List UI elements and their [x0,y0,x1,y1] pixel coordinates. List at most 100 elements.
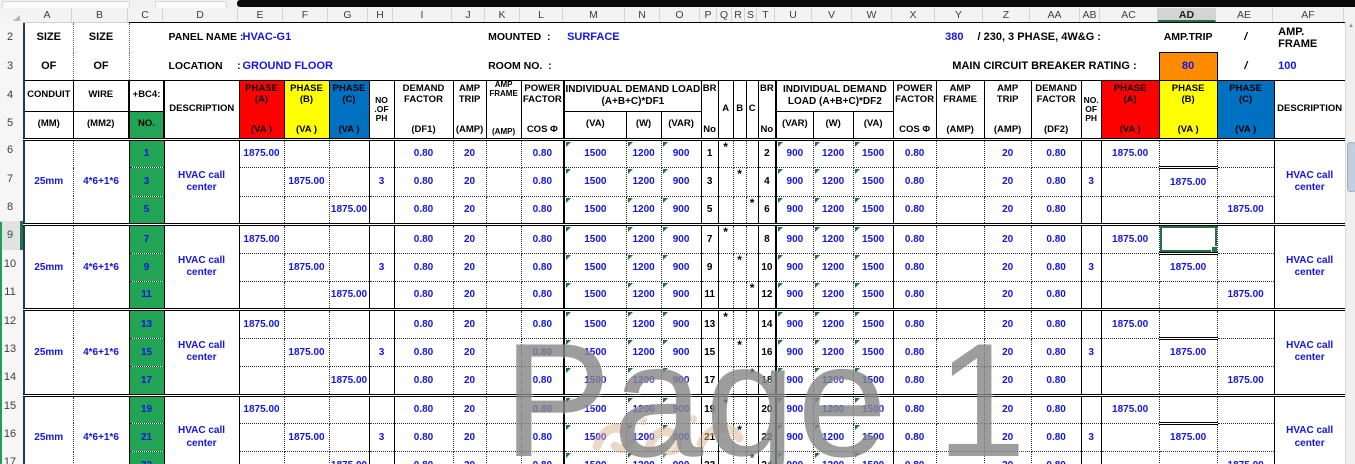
scroll-up-icon[interactable]: ▲ [1346,23,1355,29]
cell-K12[interactable] [486,309,522,339]
cell-X14[interactable]: 0.80 [893,366,937,397]
cell-G6[interactable] [329,139,370,169]
cell-R14[interactable] [733,366,747,397]
cell-R7[interactable]: * [733,167,747,197]
cell-H7[interactable]: 3 [369,167,395,197]
column-header-AA[interactable]: AA [1030,8,1080,22]
mcb-rating-cell[interactable]: 80 [1158,52,1218,81]
row-header-13[interactable]: 13 [0,334,23,364]
row-header-11[interactable]: 11 [0,277,23,307]
cell-U11[interactable]: 900 [776,281,814,312]
cell-M12[interactable]: 1500 [564,309,627,339]
cell-J9[interactable]: 20 [453,224,487,254]
cell-L9[interactable]: 0.80 [521,224,566,254]
cell-AC11[interactable] [1101,281,1160,312]
cell-AE6[interactable] [1217,139,1275,169]
cell-U16[interactable]: 900 [776,423,814,453]
cell-Y7[interactable] [936,167,985,197]
cell-W9[interactable]: 1500 [853,224,894,254]
cell-AA14[interactable]: 0.80 [1031,366,1082,397]
cell-W6[interactable]: 1500 [853,139,894,169]
cell-W17[interactable]: 1500 [853,451,894,464]
cell-I15[interactable]: 0.80 [394,395,454,424]
cell-O15[interactable]: 900 [661,395,702,424]
idl1-header[interactable]: INDIVIDUAL DEMAND LOAD (A+B+C)*DF1 [563,80,702,112]
cell-Z9[interactable]: 20 [984,224,1032,254]
cell-F14[interactable] [284,366,330,397]
cell-R16[interactable]: * [733,423,747,453]
bc4-header[interactable]: +BC4: [128,80,165,112]
cell-B6[interactable]: 4*6+1*6 [73,139,130,227]
cell-AA12[interactable]: 0.80 [1031,309,1082,339]
cell-R17[interactable] [733,451,747,464]
cell-S11[interactable]: * [746,281,759,312]
cell-V6[interactable]: 1200 [813,139,854,169]
cell-AE7[interactable] [1217,167,1275,197]
cell-O10[interactable]: 900 [661,253,702,282]
cell-AD12[interactable] [1159,309,1218,340]
cell-U10[interactable]: 900 [776,253,814,282]
cell-AB6[interactable] [1081,139,1102,169]
cell-AA17[interactable]: 0.80 [1031,451,1082,464]
column-header-M[interactable]: M [563,8,625,22]
cell-T16[interactable]: 22 [758,423,778,453]
cell-L11[interactable]: 0.80 [521,281,566,312]
cell-W14[interactable]: 1500 [853,366,894,397]
cell-AE14[interactable]: 1875.00 [1217,366,1275,397]
cell-E11[interactable] [239,281,285,312]
cell-R11[interactable] [733,281,747,312]
cell-AA16[interactable]: 0.80 [1031,423,1082,453]
cell-A15[interactable]: 25mm [24,395,74,464]
voltage-cell[interactable]: 380 / 230, 3 PHASE, 4W&G : [893,22,1160,53]
cell-V13[interactable]: 1200 [813,338,854,368]
cell-K13[interactable] [486,338,522,368]
cell-L7[interactable]: 0.80 [521,167,566,197]
cell-R6[interactable] [733,139,747,169]
cell-H16[interactable]: 3 [369,423,395,453]
df1-header[interactable]: DEMAND FACTOR (DF1) [393,80,454,141]
cell-H11[interactable] [369,281,395,312]
column-header-T[interactable]: T [757,8,775,22]
cell-K11[interactable] [486,281,522,312]
cell-AB7[interactable]: 3 [1081,167,1102,197]
cell-AA15[interactable]: 0.80 [1031,395,1082,424]
idl1-unit-w[interactable]: (W) [625,110,662,142]
cell-Y8[interactable] [936,196,985,227]
formula-bar-collapsed[interactable] [237,0,1355,7]
cell-B9[interactable]: 4*6+1*6 [73,224,130,312]
cell-U6[interactable]: 900 [776,139,814,169]
cell-S16[interactable] [746,423,759,453]
phase-c-header-left[interactable]: PHASE (C) (VA ) [328,80,370,141]
cell-S17[interactable]: * [746,451,759,464]
cell-Y13[interactable] [936,338,985,368]
cell-AC17[interactable] [1101,451,1160,464]
cell-N13[interactable]: 1200 [626,338,662,368]
cell-V16[interactable]: 1200 [813,423,854,453]
cell-L6[interactable]: 0.80 [521,139,566,169]
cell-AB12[interactable] [1081,309,1102,339]
cell-P2[interactable] [701,22,894,53]
mcb-frame-value[interactable]: 100 [1274,52,1346,81]
cell-G11[interactable]: 1875.00 [329,281,370,312]
cell-AA10[interactable]: 0.80 [1031,253,1082,282]
cell-T14[interactable]: 18 [758,366,778,397]
cell-A2[interactable]: SIZE [24,22,74,53]
cell-AF6[interactable]: HVAC call center [1274,139,1346,227]
cell-A4[interactable]: CONDUIT [23,80,74,112]
cell-Z10[interactable]: 20 [984,253,1032,282]
cell-F7[interactable]: 1875.00 [284,167,330,197]
cell-G15[interactable] [329,395,370,424]
cell-N14[interactable]: 1200 [626,366,662,397]
cell-J13[interactable]: 20 [453,338,487,368]
cell-M14[interactable]: 1500 [564,366,627,397]
scrollbar-thumb[interactable] [1347,142,1355,192]
cell-AB9[interactable] [1081,224,1102,254]
cell-I10[interactable]: 0.80 [394,253,454,282]
vertical-scrollbar[interactable]: ▲ [1345,22,1355,464]
column-header-V[interactable]: V [812,8,852,22]
cell-X7[interactable]: 0.80 [893,167,937,197]
df2-header[interactable]: DEMAND FACTOR (DF2) [1030,80,1082,141]
column-header-N[interactable]: N [625,8,660,22]
cell-AE11[interactable]: 1875.00 [1217,281,1275,312]
cell-AD13[interactable]: 1875.00 [1159,338,1218,368]
